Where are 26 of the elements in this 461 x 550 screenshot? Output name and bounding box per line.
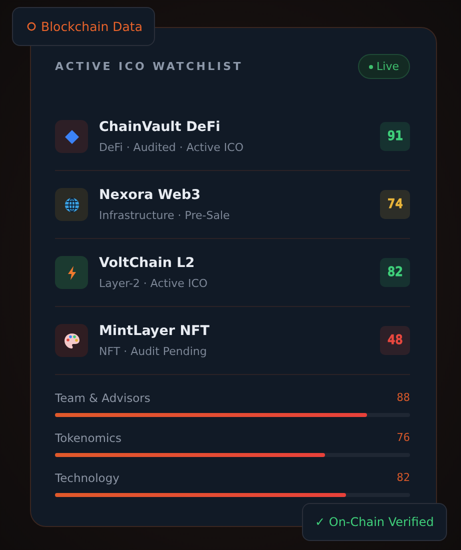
verified-badge: ✓ On-Chain Verified	[302, 503, 447, 541]
circle-icon	[27, 22, 36, 31]
bolt-icon	[55, 256, 88, 289]
metric-label: Technology	[55, 471, 120, 485]
score-badge: 82	[380, 258, 410, 287]
project-name: VoltChain L2	[99, 255, 196, 271]
palette-icon	[55, 324, 88, 357]
project-name: Nexora Web3	[99, 187, 202, 203]
metric-value: 82	[396, 471, 410, 485]
live-badge: Live	[358, 54, 410, 79]
score-badge: 74	[380, 190, 410, 219]
metric-label: Team & Advisors	[55, 391, 150, 405]
project-tags: Infrastructure · Pre-Sale	[99, 209, 370, 222]
project-tags: NFT · Audit Pending	[99, 345, 370, 358]
project-name: ChainVault DeFi	[99, 119, 222, 135]
project-name: MintLayer NFT	[99, 323, 210, 339]
badge-label: Blockchain Data	[41, 19, 142, 34]
card-title: ACTIVE ICO WATCHLIST	[55, 60, 243, 73]
project-tags: DeFi · Audited · Active ICO	[99, 141, 370, 154]
globe-icon	[55, 188, 88, 221]
metric-value: 76	[396, 431, 410, 445]
score-badge: 91	[380, 122, 410, 151]
metric-value: 88	[396, 391, 410, 405]
score-badge: 48	[380, 326, 410, 355]
project-tags: Layer-2 · Active ICO	[99, 277, 370, 290]
metric-label: Tokenomics	[55, 431, 122, 445]
